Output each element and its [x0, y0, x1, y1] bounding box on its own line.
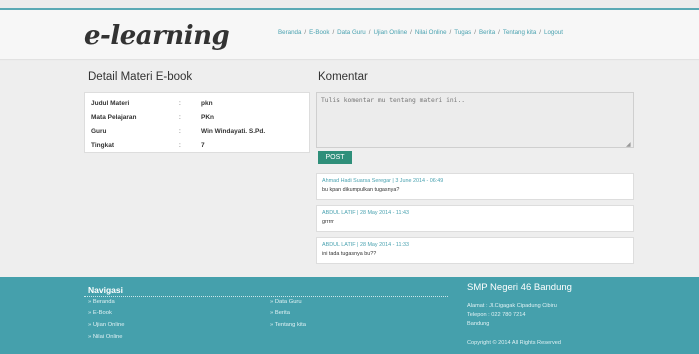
comment-meta[interactable]: ABDUL LATIF | 28 May 2014 - 11:43 — [322, 210, 628, 216]
header: e-learning Beranda / E-Book / Data Guru / Ujia… — [0, 10, 699, 60]
detail-colon: : — [179, 141, 181, 149]
nav-ebook[interactable]: E-Book — [309, 29, 329, 36]
resize-grip-icon[interactable]: ◢ — [626, 141, 631, 148]
detail-value: pkn — [201, 99, 213, 107]
detail-colon: : — [179, 127, 181, 135]
comment-item: ABDUL LATIF | 28 May 2014 - 11:43 grrrrr — [316, 205, 634, 232]
nav-tentang-kita[interactable]: Tentang kita — [503, 29, 536, 36]
detail-colon: : — [179, 113, 181, 121]
detail-value: Win Windayati. S.Pd. — [201, 127, 266, 135]
post-button[interactable]: POST — [318, 151, 352, 164]
detail-label: Judul Materi — [91, 99, 130, 107]
detail-table: Judul Materi : pkn Mata Pelajaran : PKn … — [91, 96, 265, 152]
school-address: Alamat : Jl.Cigagak Cipadung Cibiru — [467, 303, 557, 309]
footer-link-ebook[interactable]: » E-Book — [88, 310, 112, 316]
comment-input[interactable] — [316, 92, 634, 148]
main-nav: Beranda / E-Book / Data Guru / Ujian Online / Ni… — [278, 29, 563, 36]
detail-row: Guru : Win Windayati. S.Pd. — [91, 124, 265, 138]
footer-link-ujian-online[interactable]: » Ujian Online — [88, 322, 124, 328]
comment-text: ini tada tugasnya bu?? — [322, 251, 377, 257]
school-name: SMP Negeri 46 Bandung — [467, 282, 572, 293]
comment-text: grrrrr — [322, 219, 334, 225]
detail-box: Judul Materi : pkn Mata Pelajaran : PKn … — [84, 92, 310, 153]
detail-colon: : — [179, 99, 181, 107]
footer-link-nilai-online[interactable]: » Nilai Online — [88, 334, 122, 340]
footer-link-berita[interactable]: » Berita — [270, 310, 290, 316]
comment-item: Ahmad Hadi Suarsa Seregar | 3 June 2014 … — [316, 173, 634, 200]
comment-meta[interactable]: ABDUL LATIF | 28 May 2014 - 11:33 — [322, 242, 628, 248]
comment-item: ABDUL LATIF | 28 May 2014 - 11:33 ini ta… — [316, 237, 634, 264]
detail-row: Mata Pelajaran : PKn — [91, 110, 265, 124]
footer: Navigasi » Beranda » E-Book » Ujian Onli… — [0, 277, 699, 354]
detail-title: Detail Materi E-book — [88, 71, 193, 83]
nav-beranda[interactable]: Beranda — [278, 29, 301, 36]
detail-label: Tingkat — [91, 141, 114, 149]
copyright: Copyright © 2014 All Rights Reserved — [467, 340, 561, 346]
nav-data-guru[interactable]: Data Guru — [337, 29, 366, 36]
footer-link-data-guru[interactable]: » Data Guru — [270, 299, 302, 305]
nav-logout[interactable]: Logout — [544, 29, 563, 36]
school-city: Bandung — [467, 321, 490, 327]
comment-meta[interactable]: Ahmad Hadi Suarsa Seregar | 3 June 2014 … — [322, 178, 628, 184]
comments-title: Komentar — [318, 71, 368, 83]
footer-divider — [84, 296, 448, 297]
detail-label: Mata Pelajaran — [91, 113, 137, 121]
school-phone: Telepon : 022 780 7214 — [467, 312, 526, 318]
footer-link-tentang-kita[interactable]: » Tentang kita — [270, 322, 306, 328]
nav-berita[interactable]: Berita — [479, 29, 495, 36]
detail-label: Guru — [91, 127, 107, 135]
nav-nilai-online[interactable]: Nilai Online — [415, 29, 447, 36]
footer-link-beranda[interactable]: » Beranda — [88, 299, 115, 305]
comment-text: bu kpan dikumpulkan tugasnya? — [322, 187, 400, 193]
nav-ujian-online[interactable]: Ujian Online — [373, 29, 407, 36]
detail-row: Tingkat : 7 — [91, 138, 265, 152]
detail-value: PKn — [201, 113, 214, 121]
detail-value: 7 — [201, 141, 205, 149]
site-logo[interactable]: e-learning — [84, 21, 230, 51]
footer-nav-title: Navigasi — [88, 285, 123, 295]
nav-tugas[interactable]: Tugas — [454, 29, 471, 36]
detail-row: Judul Materi : pkn — [91, 96, 265, 110]
